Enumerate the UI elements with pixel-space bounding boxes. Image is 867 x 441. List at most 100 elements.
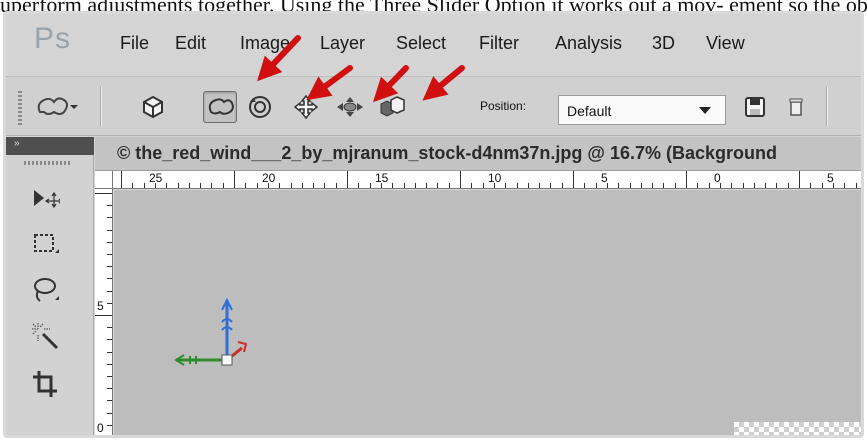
ruler-tick <box>527 183 529 188</box>
ruler-tick <box>313 183 315 188</box>
lasso-tool[interactable] <box>20 267 70 313</box>
collapse-panel-icon[interactable]: » <box>14 138 19 149</box>
ruler-tick <box>166 183 168 188</box>
ruler-tick <box>107 388 112 390</box>
ruler-tick <box>697 183 699 188</box>
ruler-tick <box>426 183 428 188</box>
menu-select[interactable]: Select <box>396 32 446 54</box>
ruler-tick <box>290 183 292 188</box>
ruler-tick <box>107 290 112 292</box>
ruler-tick <box>107 302 112 304</box>
delete-position-button[interactable] <box>779 91 813 123</box>
ruler-tick <box>584 183 586 188</box>
menu-layer[interactable]: Layer <box>320 32 365 54</box>
ruler-tick <box>222 183 224 188</box>
horizontal-ruler[interactable]: 25 20 15 10 5 0 5 <box>113 171 861 189</box>
options-bar-grip[interactable] <box>18 91 22 125</box>
ruler-tick <box>177 183 179 188</box>
save-position-button[interactable] <box>738 91 772 123</box>
return-to-initial-button[interactable] <box>136 91 170 123</box>
menu-file[interactable]: File <box>120 32 149 54</box>
ruler-tick <box>414 183 416 188</box>
ruler-tick <box>121 171 122 188</box>
ruler-tick <box>561 183 563 188</box>
ruler-tick <box>95 437 112 438</box>
ruler-tick <box>505 183 507 188</box>
roll-tool-button[interactable] <box>243 91 277 123</box>
orbit-tool-button[interactable] <box>203 91 237 123</box>
crop-tool[interactable] <box>20 361 70 407</box>
ruler-tick <box>821 183 823 188</box>
ruler-tick <box>640 183 642 188</box>
chevron-down-icon <box>699 107 711 114</box>
ruler-tick <box>107 327 112 329</box>
position-dropdown[interactable]: Default <box>558 95 726 125</box>
options-bar: Position: Default <box>6 76 861 136</box>
ruler-tick <box>832 183 834 188</box>
move-tool-icon <box>34 190 60 209</box>
photoshop-window: Ps File Edit Image Layer Select Filter A… <box>3 11 864 438</box>
ruler-tick <box>516 183 518 188</box>
magic-wand-tool-icon <box>32 323 59 350</box>
slide-tool-button[interactable] <box>333 91 367 123</box>
ruler-origin[interactable] <box>95 171 113 189</box>
3d-orbit-icon <box>208 98 234 115</box>
ruler-tick <box>708 183 710 188</box>
ruler-tick <box>844 183 846 188</box>
ruler-tick <box>245 183 247 188</box>
ruler-tick <box>686 171 687 188</box>
menu-3d[interactable]: 3D <box>652 32 675 54</box>
ruler-tick <box>437 183 439 188</box>
3d-axis-widget[interactable] <box>164 280 284 400</box>
magic-wand-tool[interactable] <box>20 313 70 359</box>
transparency-checkerboard <box>734 422 861 435</box>
ruler-tick <box>234 171 235 188</box>
ruler-tick <box>279 183 281 188</box>
ruler-tick <box>392 183 394 188</box>
ruler-tick <box>358 183 360 188</box>
ruler-tick <box>143 183 145 188</box>
return-to-initial-icon <box>143 95 163 119</box>
ruler-tick <box>765 183 767 188</box>
scale-tool-button[interactable] <box>375 91 409 123</box>
ruler-tick <box>855 183 857 188</box>
menu-filter[interactable]: Filter <box>479 32 519 54</box>
ruler-tick <box>369 183 371 188</box>
menu-edit[interactable]: Edit <box>175 32 206 54</box>
document-tab[interactable]: © the_red_wind___2_by_mjranum_stock-d4nm… <box>95 137 861 171</box>
photoshop-logo: Ps <box>34 22 72 55</box>
ruler-tick <box>107 217 112 219</box>
menu-view[interactable]: View <box>706 32 745 54</box>
document-canvas[interactable] <box>114 190 861 435</box>
ruler-tick <box>799 171 800 188</box>
ruler-tick <box>482 183 484 188</box>
marquee-tool[interactable] <box>20 221 70 267</box>
separator <box>100 87 101 127</box>
3d-pan-icon <box>293 94 319 120</box>
move-tool[interactable] <box>20 175 70 221</box>
ruler-tick <box>154 183 156 188</box>
delete-position-icon <box>789 98 803 116</box>
ruler-tick <box>810 183 812 188</box>
3d-roll-icon <box>249 96 271 118</box>
ruler-tick <box>539 183 541 188</box>
ruler-tick <box>753 183 755 188</box>
ruler-tick <box>663 183 665 188</box>
tools-panel-grip[interactable] <box>24 161 72 165</box>
menu-analysis[interactable]: Analysis <box>555 32 622 54</box>
3d-rotate-tool-icon <box>37 97 78 115</box>
menu-image[interactable]: Image <box>240 32 290 54</box>
ruler-tick <box>188 183 190 188</box>
vertical-ruler[interactable]: 5 0 <box>95 189 113 438</box>
uniform-scale-cube-icon[interactable] <box>221 354 233 366</box>
ruler-tick <box>674 183 676 188</box>
ruler-tick <box>719 183 721 188</box>
ruler-tick <box>256 183 258 188</box>
ruler-tick <box>200 183 202 188</box>
tool-preset-picker[interactable] <box>34 91 78 123</box>
tools-panel-header[interactable]: » <box>6 137 94 155</box>
ruler-tick <box>107 400 112 402</box>
pan-tool-button[interactable] <box>289 91 323 123</box>
separator <box>826 87 827 127</box>
ruler-tick <box>107 363 112 365</box>
